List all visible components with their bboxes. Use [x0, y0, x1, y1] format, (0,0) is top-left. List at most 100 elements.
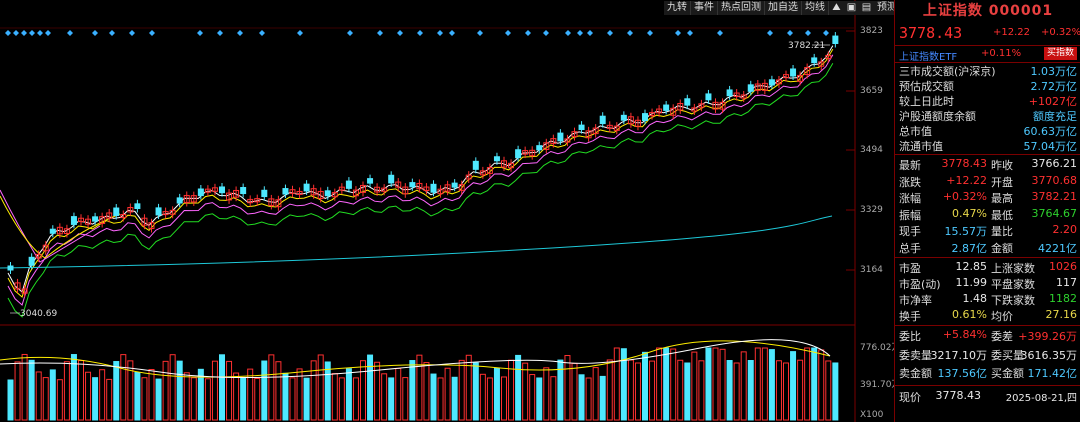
high-marker: 3782.21 — [788, 41, 825, 51]
signal-marker — [237, 30, 243, 36]
hotspot-backtest-button[interactable]: 热点回测 — [718, 1, 765, 15]
stat-value: 3616.35万 — [1020, 348, 1078, 362]
volume-bar — [289, 377, 296, 421]
stat-label: 最新 — [899, 159, 921, 172]
candle-body — [282, 188, 289, 195]
volume-bar — [437, 377, 444, 421]
price-axis-tick: 3329 — [860, 205, 883, 215]
chart-icon[interactable]: ▤ — [859, 1, 874, 15]
stat-value: 3217.10万 — [930, 348, 988, 362]
volume-bar — [522, 362, 529, 421]
stat-label: 量比 — [991, 225, 1013, 238]
signal-marker — [259, 30, 265, 36]
signal-marker — [805, 30, 811, 36]
low-marker: 3040.69 — [20, 309, 57, 319]
volume-bar — [444, 367, 451, 421]
buy-index-button[interactable]: 买指数 — [1043, 47, 1077, 60]
event-button[interactable]: 事件 — [691, 1, 718, 15]
volume-bar — [70, 354, 77, 421]
candle-body — [768, 79, 775, 86]
volume-bar — [183, 372, 190, 421]
volume-bar — [515, 354, 522, 421]
volume-bar — [832, 362, 839, 421]
signal-marker — [5, 30, 11, 36]
divider — [895, 325, 1080, 326]
signal-marker — [397, 30, 403, 36]
volume-bar — [592, 367, 599, 421]
price-axis-tick: 3494 — [860, 145, 883, 155]
candle-body — [684, 98, 691, 106]
stat-value: 3764.67 — [1031, 206, 1078, 220]
stat-value: 60.63万亿 — [1023, 125, 1078, 138]
stat-label: 市盈 — [899, 262, 921, 275]
stat-label: 较上日此时 — [899, 95, 954, 108]
price-volume-chart[interactable]: 3782.21 3040.69 — [0, 0, 858, 422]
volume-bar — [388, 377, 395, 421]
candle-body — [599, 115, 606, 125]
kline-chart[interactable]: 3782.21 3040.69 — [0, 0, 858, 422]
stat-row: 流通市值 57.04万亿 — [895, 138, 1080, 153]
ma20-line — [7, 54, 834, 306]
stat-value: 2.87亿 — [951, 241, 988, 255]
stat-value: 1.48 — [962, 292, 988, 305]
volume-bar — [486, 377, 493, 421]
candle-body — [663, 104, 670, 111]
nine-turn-button[interactable]: 九转 — [664, 1, 691, 15]
stat-label: 委卖量 — [899, 348, 932, 362]
volume-bar — [219, 354, 225, 421]
candle-body — [811, 57, 818, 64]
volume-bar — [85, 371, 92, 421]
stat-value: +399.26万 — [1018, 330, 1077, 343]
volume-bar — [684, 362, 691, 421]
signal-marker — [477, 30, 483, 36]
stat-value: 117 — [1056, 276, 1077, 289]
stat-label: 最低 — [991, 208, 1013, 222]
volume-bar — [49, 369, 56, 421]
price-change-pct: +0.32% — [1041, 27, 1080, 38]
volume-bar — [775, 360, 782, 421]
price-row: 3778.43 +12.22 +0.32% — [895, 24, 1080, 42]
volume-bar — [536, 377, 543, 421]
volume-bar — [712, 347, 719, 421]
volume-bar — [282, 372, 289, 421]
stat-label: 沪股通额度余额 — [899, 110, 976, 123]
stat-value: 1182 — [1049, 292, 1077, 305]
stat-value: 12.85 — [955, 260, 988, 273]
volume-bar — [691, 351, 698, 421]
gift-icon[interactable]: ▣ — [844, 1, 859, 15]
volume-bar — [169, 354, 176, 421]
signal-marker — [627, 30, 633, 36]
stat-row: 总手 2.87亿 金额 4221亿 — [895, 240, 1080, 255]
volume-bar — [599, 375, 606, 421]
stat-label: 三市成交额(沪深京) — [899, 65, 996, 78]
stat-label: 委差 — [991, 330, 1013, 343]
volume-bar — [381, 373, 388, 421]
signal-marker — [377, 30, 383, 36]
signal-marker — [149, 30, 155, 36]
volume-bar — [148, 369, 155, 421]
etf-change-pct: +0.11% — [981, 48, 1022, 59]
add-watchlist-button[interactable]: 加自选 — [765, 1, 802, 15]
stat-value: 171.42亿 — [1027, 367, 1078, 380]
volume-axis-unit: X100 — [860, 410, 884, 420]
stat-label: 买金额 — [991, 367, 1024, 380]
etf-link[interactable]: 上证指数ETF — [899, 48, 957, 63]
stat-value: +1027亿 — [1028, 95, 1077, 108]
ma-button[interactable]: 均线 — [802, 1, 829, 15]
volume-bar — [642, 351, 648, 421]
etf-row[interactable]: 上证指数ETF +0.11% 买指数 — [895, 45, 1080, 63]
volume-bar — [783, 362, 789, 421]
mountain-icon[interactable]: ⛰ — [829, 1, 844, 15]
quote-panel: 上证指数 000001 3778.43 +12.22 +0.32% 上证指数ET… — [894, 0, 1080, 422]
stat-value: 0.47% — [952, 206, 987, 220]
volume-bar — [479, 373, 486, 421]
candle-body — [726, 89, 733, 97]
volume-bar — [14, 361, 21, 421]
stat-label: 最高 — [991, 192, 1013, 205]
volume-bar — [430, 373, 437, 421]
divider — [895, 154, 1080, 155]
stat-row: 卖金额 137.56亿 买金额 171.42亿 — [895, 365, 1080, 380]
stat-label: 现手 — [899, 225, 921, 238]
stat-label: 委比 — [899, 330, 921, 343]
volume-bar — [465, 354, 472, 421]
